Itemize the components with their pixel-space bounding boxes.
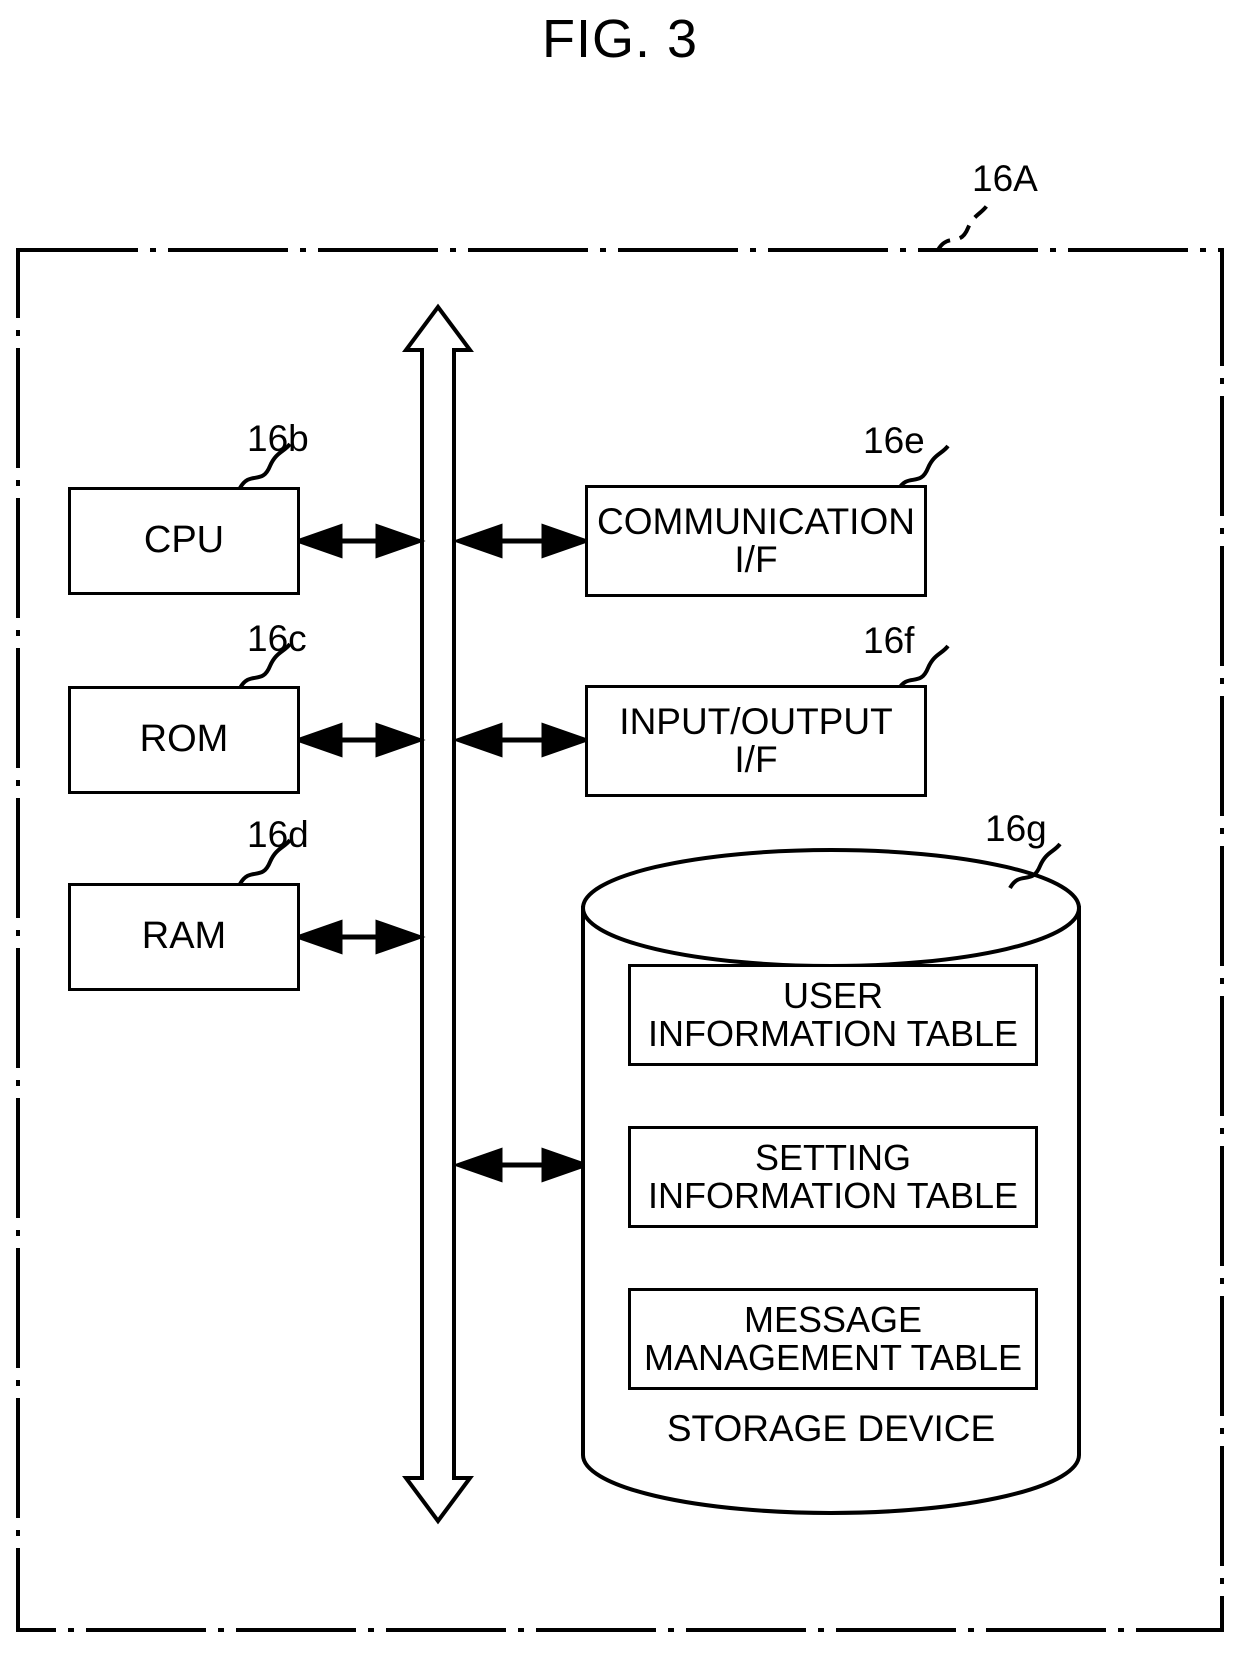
inputoutput-if-label-line2: I/F (734, 739, 778, 780)
connector-bus-storage (452, 1147, 592, 1183)
connector-bus-communication (452, 523, 592, 559)
ref-label-rom: 16c (247, 618, 307, 659)
cpu-label: CPU (143, 519, 225, 562)
message-management-table-line2: MANAGEMENT TABLE (643, 1337, 1023, 1378)
setting-information-table-line1: SETTING (754, 1136, 911, 1178)
ref-leader-16g (1008, 842, 1062, 890)
ref-label-ram: 16d (247, 814, 309, 855)
communication-if-block: COMMUNICATION I/F (585, 485, 927, 597)
user-information-table-line1: USER (782, 974, 883, 1016)
connector-ram-bus (292, 919, 426, 955)
diagram-canvas: 16A 16b 16c 16d 16e 16f 16g CPU ROM RAM … (0, 0, 1240, 1676)
user-information-table-block: USER INFORMATION TABLE (628, 964, 1038, 1066)
communication-if-label-line2: I/F (734, 539, 778, 580)
cpu-block: CPU (68, 487, 300, 595)
connector-rom-bus (292, 722, 426, 758)
message-management-table-line1: MESSAGE (743, 1298, 923, 1340)
ref-label-cpu: 16b (247, 418, 309, 459)
storage-device-label: STORAGE DEVICE (666, 1408, 996, 1449)
communication-if-label-line1: COMMUNICATION (597, 500, 915, 542)
setting-information-table-line2: INFORMATION TABLE (647, 1175, 1019, 1216)
bus-arrow (402, 303, 474, 1525)
connector-cpu-bus (292, 523, 426, 559)
rom-label: ROM (139, 718, 229, 761)
inputoutput-if-block: INPUT/OUTPUT I/F (585, 685, 927, 797)
ref-label-communication-if: 16e (863, 420, 925, 461)
setting-information-table-block: SETTING INFORMATION TABLE (628, 1126, 1038, 1228)
message-management-table-block: MESSAGE MANAGEMENT TABLE (628, 1288, 1038, 1390)
connector-bus-inputoutput (452, 722, 592, 758)
ref-leader-16A (936, 202, 990, 252)
user-information-table-line2: INFORMATION TABLE (647, 1013, 1019, 1054)
ref-label-inputoutput-if: 16f (863, 620, 915, 661)
ref-label-device: 16A (972, 158, 1038, 199)
ref-label-storage-device: 16g (985, 808, 1047, 849)
rom-block: ROM (68, 686, 300, 794)
ram-label: RAM (141, 915, 227, 958)
ram-block: RAM (68, 883, 300, 991)
inputoutput-if-label-line1: INPUT/OUTPUT (619, 700, 893, 742)
